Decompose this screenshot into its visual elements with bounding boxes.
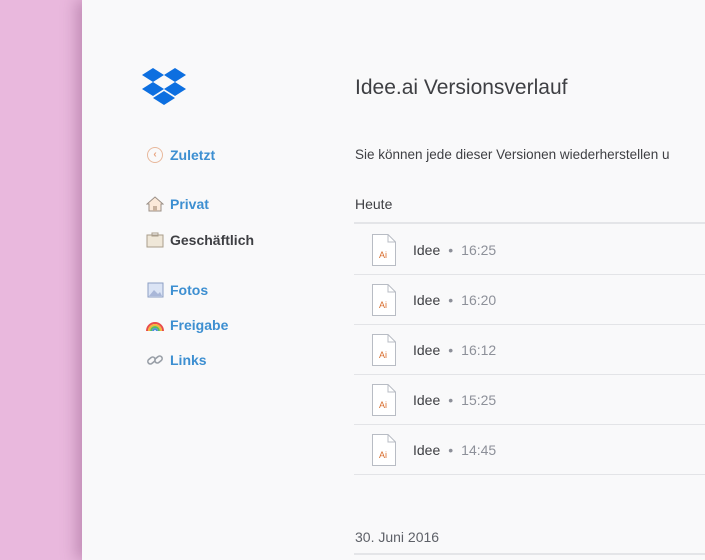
version-time: 15:25 — [461, 391, 497, 408]
page-subtitle: Sie können jede dieser Versionen wiederh… — [355, 147, 670, 162]
sidebar-item-label: Geschäftlich — [170, 232, 255, 248]
version-time: 14:45 — [461, 441, 497, 458]
ai-file-label: Ai — [378, 349, 387, 360]
ai-file-label: Ai — [378, 249, 387, 260]
photo-icon — [146, 281, 164, 299]
back-arrow-icon: ‹ — [146, 146, 164, 164]
separator-dot: • — [448, 241, 454, 258]
version-history-page: ‹ Zuletzt Privat Geschäftlich Fotos Frei… — [82, 0, 705, 560]
version-row[interactable]: Ai Idee • 16:20 — [354, 275, 705, 325]
sidebar-item-links[interactable]: Links — [146, 351, 207, 369]
separator-dot: • — [448, 291, 454, 308]
sidebar-item-private[interactable]: Privat — [146, 195, 209, 213]
sidebar-item-label: Privat — [170, 196, 209, 212]
sidebar-item-photos[interactable]: Fotos — [146, 281, 208, 299]
link-icon — [146, 351, 164, 369]
version-name: Idee — [413, 441, 441, 458]
group-heading: Heute — [355, 196, 393, 212]
home-icon — [146, 195, 164, 213]
version-row[interactable]: Ai Idee • 15:25 — [354, 375, 705, 425]
version-name: Idee — [413, 241, 441, 258]
ai-file-label: Ai — [378, 449, 387, 460]
version-time: 16:20 — [461, 291, 497, 308]
ai-file-label: Ai — [378, 399, 387, 410]
sidebar-item-label: Freigabe — [170, 317, 229, 333]
ai-file-icon: Ai — [369, 433, 397, 467]
sidebar-item-sharing[interactable]: Freigabe — [146, 316, 228, 334]
version-list: Ai Idee • 16:25 Ai Idee • 16:20 Ai Idee … — [354, 225, 705, 475]
ai-file-icon: Ai — [369, 333, 397, 367]
separator-dot: • — [448, 441, 454, 458]
rainbow-icon — [146, 316, 164, 334]
sidebar-item-recent[interactable]: ‹ Zuletzt — [146, 146, 215, 164]
group-heading: 30. Juni 2016 — [355, 529, 440, 545]
divider — [354, 553, 705, 555]
version-name: Idee — [413, 291, 441, 308]
ai-file-icon: Ai — [369, 233, 397, 267]
sidebar-item-label: Zuletzt — [170, 147, 216, 163]
ai-file-icon: Ai — [369, 283, 397, 317]
ai-file-label: Ai — [378, 299, 387, 310]
version-time: 16:25 — [461, 241, 497, 258]
sidebar-item-label: Links — [170, 352, 207, 368]
sidebar-item-label: Fotos — [170, 282, 209, 298]
version-name: Idee — [413, 341, 441, 358]
separator-dot: • — [448, 391, 454, 408]
version-row[interactable]: Ai Idee • 16:25 — [354, 225, 705, 275]
version-row[interactable]: Ai Idee • 14:45 — [354, 425, 705, 475]
sidebar-item-business[interactable]: Geschäftlich — [146, 231, 254, 249]
ai-file-icon: Ai — [369, 383, 397, 417]
version-time: 16:12 — [461, 341, 497, 358]
page-title: Idee.ai Versionsverlauf — [355, 76, 568, 99]
divider — [354, 222, 705, 224]
version-name: Idee — [413, 391, 441, 408]
version-row[interactable]: Ai Idee • 16:12 — [354, 325, 705, 375]
dropbox-logo-icon[interactable] — [142, 66, 186, 110]
briefcase-icon — [146, 231, 164, 249]
separator-dot: • — [448, 341, 454, 358]
